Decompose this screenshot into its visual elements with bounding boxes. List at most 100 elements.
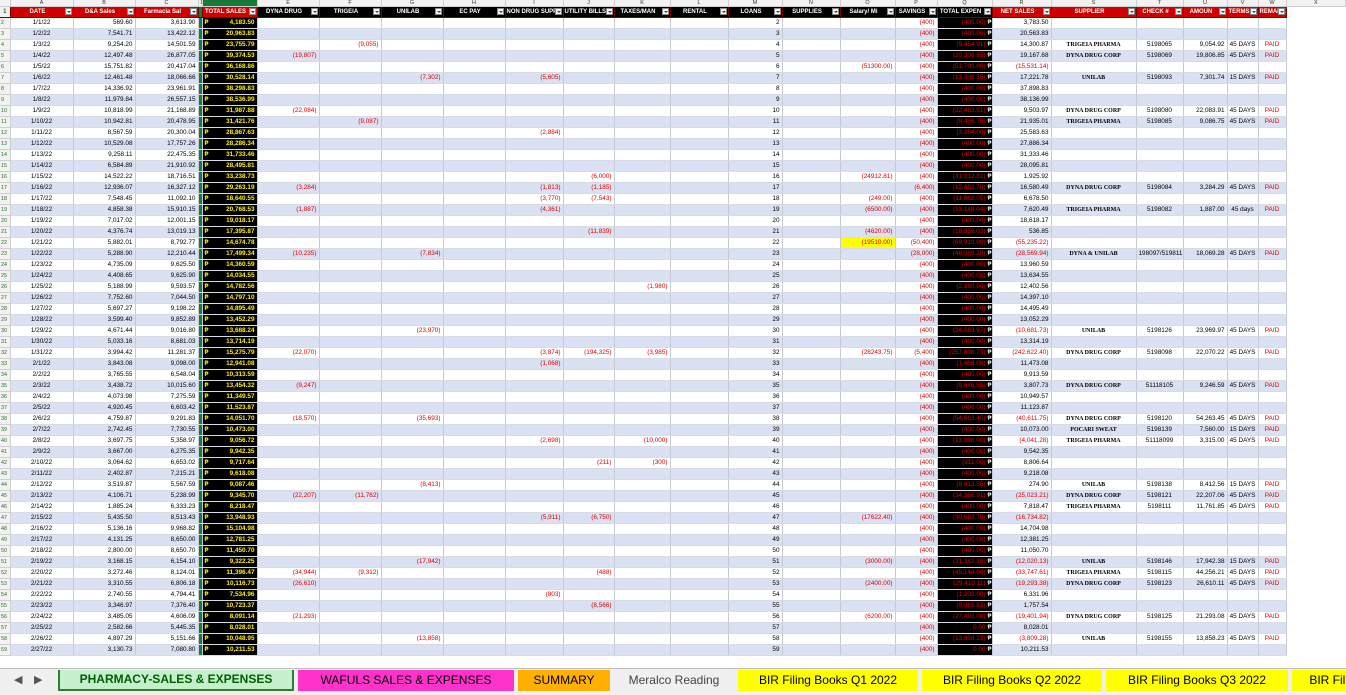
cell-j[interactable]: [505, 523, 564, 535]
cell-a[interactable]: 2/11/22: [10, 468, 74, 480]
cell-k[interactable]: [563, 237, 615, 249]
cell-x[interactable]: PAID: [1258, 105, 1287, 117]
cell-n[interactable]: 55: [728, 600, 783, 612]
cell-l[interactable]: [614, 391, 671, 403]
cell-p[interactable]: [840, 336, 896, 348]
cell-l[interactable]: [614, 50, 671, 62]
cell-i[interactable]: [443, 600, 506, 612]
cell-s[interactable]: 17,221.78: [992, 72, 1052, 84]
cell-m[interactable]: [670, 523, 729, 535]
cell-f[interactable]: [257, 17, 320, 29]
cell-m[interactable]: [670, 336, 729, 348]
cell-k[interactable]: [563, 479, 615, 491]
cell-x[interactable]: PAID: [1258, 435, 1287, 447]
cell-b[interactable]: 5,697.27: [73, 303, 136, 315]
cell-l[interactable]: [614, 105, 671, 117]
cell-a[interactable]: 1/27/22: [10, 303, 74, 315]
cell-a[interactable]: 1/19/22: [10, 215, 74, 227]
row-number[interactable]: 4: [0, 39, 11, 51]
cell-l[interactable]: [614, 149, 671, 161]
header-utility-bills[interactable]: UTILITY BILLS: [563, 6, 615, 18]
header-total-sales[interactable]: TOTAL SALES: [202, 6, 258, 18]
row-number[interactable]: 22: [0, 237, 11, 249]
cell-g[interactable]: [319, 501, 382, 513]
cell-c[interactable]: 16,327.12: [135, 182, 199, 194]
cell-i[interactable]: [443, 94, 506, 106]
cell-w[interactable]: [1227, 127, 1259, 139]
sheet-tab-pharmacy-sales-expenses[interactable]: PHARMACY-SALES & EXPENSES: [58, 670, 294, 691]
cell-v[interactable]: 11,761.85: [1183, 501, 1228, 513]
cell-a[interactable]: 2/14/22: [10, 501, 74, 513]
cell-s[interactable]: (55,235.22): [992, 237, 1052, 249]
cell-h[interactable]: [381, 171, 444, 183]
cell-s[interactable]: 13,634.55: [992, 270, 1052, 282]
cell-n[interactable]: 36: [728, 391, 783, 403]
cell-e[interactable]: ₱ 13,454.32: [202, 380, 258, 392]
cell-m[interactable]: [670, 644, 729, 656]
cell-l[interactable]: [614, 512, 671, 524]
row-number[interactable]: 16: [0, 171, 11, 183]
cell-w[interactable]: 45 DAYS: [1227, 105, 1259, 117]
cell-j[interactable]: (1,068): [505, 358, 564, 370]
cell-h[interactable]: (23,970): [381, 325, 444, 337]
cell-i[interactable]: [443, 347, 506, 359]
cell-s[interactable]: 7,818.47: [992, 501, 1052, 513]
cell-a[interactable]: 1/21/22: [10, 237, 74, 249]
cell-u[interactable]: 5198098: [1136, 347, 1184, 359]
cell-n[interactable]: 21: [728, 226, 783, 238]
cell-q[interactable]: (400): [895, 358, 938, 370]
cell-l[interactable]: [614, 215, 671, 227]
cell-w[interactable]: 45 DAYS: [1227, 567, 1259, 579]
cell-c[interactable]: 4,606.09: [135, 611, 199, 623]
cell-g[interactable]: [319, 512, 382, 524]
cell-l[interactable]: [614, 226, 671, 238]
cell-q[interactable]: (400): [895, 391, 938, 403]
cell-r[interactable]: (11,962.05) ₱: [937, 193, 993, 205]
cell-a[interactable]: 1/18/22: [10, 204, 74, 216]
row-number[interactable]: 33: [0, 358, 11, 370]
cell-n[interactable]: 26: [728, 281, 783, 293]
cell-p[interactable]: [840, 270, 896, 282]
cell-a[interactable]: 2/10/22: [10, 457, 74, 469]
cell-w[interactable]: [1227, 644, 1259, 656]
cell-r[interactable]: (9,454.91) ₱: [937, 39, 993, 51]
cell-j[interactable]: (1,813): [505, 182, 564, 194]
cell-q[interactable]: (400): [895, 94, 938, 106]
cell-n[interactable]: 40: [728, 435, 783, 447]
cell-v[interactable]: 22,207.06: [1183, 490, 1228, 502]
cell-p[interactable]: [840, 369, 896, 381]
cell-s[interactable]: 14,300.87: [992, 39, 1052, 51]
cell-c[interactable]: 23,961.91: [135, 83, 199, 95]
cell-k[interactable]: [563, 160, 615, 172]
cell-n[interactable]: 27: [728, 292, 783, 304]
cell-i[interactable]: [443, 149, 506, 161]
cell-x[interactable]: [1258, 622, 1287, 634]
cell-g[interactable]: [319, 644, 382, 656]
cell-u[interactable]: 5198084: [1136, 182, 1184, 194]
cell-n[interactable]: 56: [728, 611, 783, 623]
cell-m[interactable]: [670, 402, 729, 414]
cell-s[interactable]: (33,747.61): [992, 567, 1052, 579]
row-number[interactable]: 34: [0, 369, 11, 381]
cell-e[interactable]: ₱ 14,782.56: [202, 281, 258, 293]
cell-e[interactable]: ₱ 9,717.64: [202, 457, 258, 469]
cell-l[interactable]: [614, 171, 671, 183]
cell-k[interactable]: (211): [563, 457, 615, 469]
cell-b[interactable]: 4,671.44: [73, 325, 136, 337]
cell-n[interactable]: 50: [728, 545, 783, 557]
cell-l[interactable]: [614, 611, 671, 623]
cell-q[interactable]: (28,000): [895, 248, 938, 260]
cell-k[interactable]: [563, 94, 615, 106]
cell-n[interactable]: 44: [728, 479, 783, 491]
cell-u[interactable]: [1136, 270, 1184, 282]
cell-o[interactable]: [782, 512, 841, 524]
cell-m[interactable]: [670, 61, 729, 73]
cell-b[interactable]: 3,667.00: [73, 446, 136, 458]
cell-f[interactable]: [257, 468, 320, 480]
cell-r[interactable]: (400.00) ₱: [937, 545, 993, 557]
cell-h[interactable]: [381, 83, 444, 95]
cell-i[interactable]: [443, 523, 506, 535]
cell-a[interactable]: 2/22/22: [10, 589, 74, 601]
cell-i[interactable]: [443, 622, 506, 634]
cell-q[interactable]: (400): [895, 578, 938, 590]
